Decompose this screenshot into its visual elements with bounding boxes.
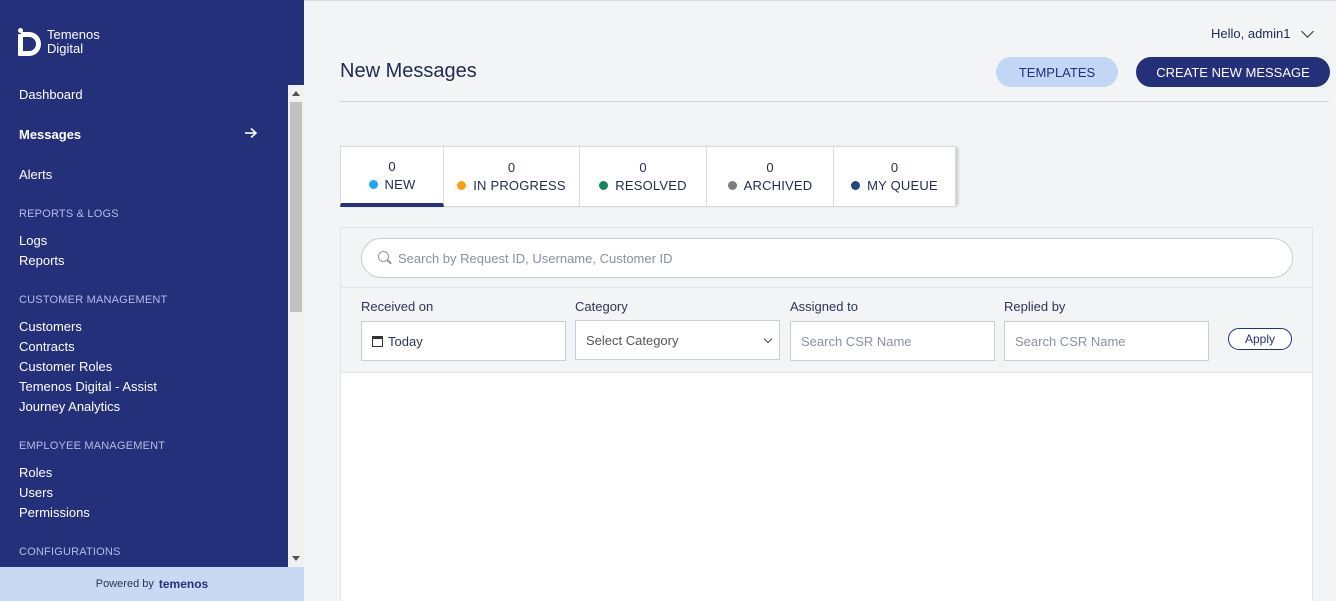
search-input[interactable] <box>398 250 1278 266</box>
sidebar-scrollbar[interactable] <box>288 85 304 567</box>
sidebar-item-customers[interactable]: Customers <box>19 319 82 334</box>
status-tabs: 0 NEW 0 IN PROGRESS 0 RESOLVED 0 ARCHIVE… <box>340 146 956 207</box>
category-select[interactable]: Select Category <box>575 320 780 360</box>
received-on-label: Received on <box>361 299 434 314</box>
tab-count: 0 <box>766 160 774 175</box>
tab-label: NEW <box>384 176 416 192</box>
messages-panel: Received on Today Category Select Catego… <box>340 227 1313 601</box>
header-divider <box>339 101 1329 102</box>
tab-resolved[interactable]: 0 RESOLVED <box>580 146 707 207</box>
replied-by-label: Replied by <box>1004 299 1066 314</box>
chevron-down-icon <box>763 334 773 344</box>
search-area <box>341 228 1312 288</box>
greeting-text: Hello, admin1 <box>1211 26 1291 41</box>
status-dot-icon <box>457 181 467 190</box>
section-employee-management: EMPLOYEE MANAGEMENT <box>19 440 166 452</box>
tab-new[interactable]: 0 NEW <box>340 146 444 207</box>
page-title: New Messages <box>340 60 477 82</box>
sidebar-item-reports[interactable]: Reports <box>19 253 65 268</box>
tab-label: ARCHIVED <box>743 178 813 193</box>
scroll-thumb[interactable] <box>290 102 302 312</box>
temenos-brand: temenos <box>158 577 209 591</box>
sidebar-item-customer-roles[interactable]: Customer Roles <box>19 359 112 374</box>
powered-by-text: Powered by <box>95 578 154 590</box>
category-value: Select Category <box>586 332 679 348</box>
sidebar: Temenos Digital Dashboard Messages Alert… <box>0 0 304 601</box>
category-label: Category <box>575 299 628 314</box>
arrow-right-icon <box>245 127 258 139</box>
received-on-field[interactable]: Today <box>361 321 566 361</box>
sidebar-item-alerts[interactable]: Alerts <box>19 167 52 182</box>
tab-count: 0 <box>890 160 899 175</box>
search-box[interactable] <box>361 238 1293 278</box>
sidebar-item-roles[interactable]: Roles <box>19 465 52 480</box>
assigned-to-label: Assigned to <box>790 299 858 314</box>
tab-my-queue[interactable]: 0 MY QUEUE <box>834 146 956 207</box>
logo-line-1: Temenos <box>47 27 100 42</box>
logo: Temenos Digital <box>18 28 100 56</box>
filter-area: Received on Today Category Select Catego… <box>341 288 1312 373</box>
received-on-value: Today <box>388 333 423 349</box>
apply-button[interactable]: Apply <box>1228 328 1292 350</box>
tab-label: IN PROGRESS <box>473 178 566 193</box>
status-dot-icon <box>368 179 378 189</box>
sidebar-item-users[interactable]: Users <box>19 485 53 500</box>
tab-archived[interactable]: 0 ARCHIVED <box>707 146 834 207</box>
logo-text: Temenos Digital <box>47 28 100 56</box>
user-menu[interactable]: Hello, admin1 <box>1211 24 1314 41</box>
tab-in-progress[interactable]: 0 IN PROGRESS <box>444 146 580 207</box>
tab-count: 0 <box>388 158 396 174</box>
logo-line-2: Digital <box>47 41 84 56</box>
status-dot-icon <box>727 181 737 190</box>
section-customer-management: CUSTOMER MANAGEMENT <box>19 294 168 306</box>
section-reports-logs: REPORTS & LOGS <box>19 208 119 220</box>
section-configurations: CONFIGURATIONS <box>19 546 121 558</box>
tab-count: 0 <box>507 160 516 175</box>
status-dot-icon <box>599 181 609 190</box>
tab-count: 0 <box>639 160 647 175</box>
temenos-logo-icon <box>18 28 42 56</box>
chevron-down-icon[interactable] <box>1300 24 1314 38</box>
top-border <box>304 0 1336 1</box>
assigned-to-field[interactable] <box>790 321 995 361</box>
replied-by-input[interactable] <box>1015 333 1185 349</box>
sidebar-item-dashboard[interactable]: Dashboard <box>19 87 83 102</box>
replied-by-field[interactable] <box>1004 321 1209 361</box>
templates-button[interactable]: TEMPLATES <box>996 57 1118 87</box>
sidebar-item-messages[interactable]: Messages <box>19 127 81 142</box>
sidebar-item-contracts[interactable]: Contracts <box>19 339 75 354</box>
sidebar-item-logs[interactable]: Logs <box>19 233 47 248</box>
calendar-icon <box>372 335 383 347</box>
scroll-up-icon[interactable] <box>292 91 300 96</box>
scroll-down-icon[interactable] <box>292 556 300 561</box>
sidebar-item-digital-assist[interactable]: Temenos Digital - Assist <box>19 379 157 394</box>
sidebar-nav: Dashboard Messages Alerts REPORTS & LOGS… <box>0 85 288 567</box>
create-new-message-button[interactable]: CREATE NEW MESSAGE <box>1136 57 1330 87</box>
search-icon <box>378 251 392 265</box>
powered-by-footer: Powered by temenos <box>0 567 304 601</box>
tab-label: RESOLVED <box>615 178 687 193</box>
sidebar-item-journey-analytics[interactable]: Journey Analytics <box>19 399 120 414</box>
tab-label: MY QUEUE <box>867 178 938 193</box>
assigned-to-input[interactable] <box>801 333 971 349</box>
status-dot-icon <box>851 181 861 190</box>
sidebar-item-permissions[interactable]: Permissions <box>19 505 90 520</box>
